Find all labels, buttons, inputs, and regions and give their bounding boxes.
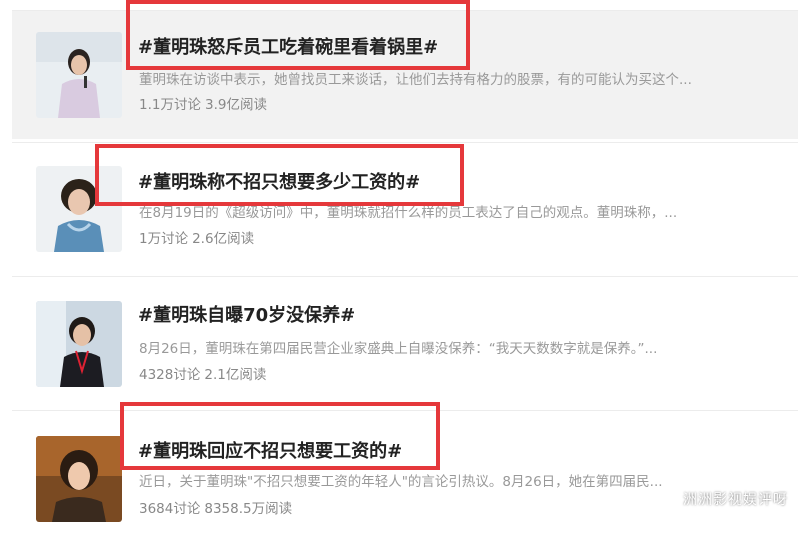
topic-thumbnail[interactable] <box>36 301 122 387</box>
topic-item[interactable]: #董明珠自曝70岁没保养# 8月26日，董明珠在第四届民营企业家盛典上自曝没保养… <box>12 276 798 405</box>
topic-stats: 4328讨论 2.1亿阅读 <box>139 366 270 384</box>
discussion-count: 4328讨论 <box>139 367 201 383</box>
speaker-photo-image <box>36 166 122 252</box>
topic-thumbnail[interactable] <box>36 166 122 252</box>
topic-thumbnail[interactable] <box>36 32 122 118</box>
read-count: 2.6亿阅读 <box>192 231 255 247</box>
discussion-count: 3684讨论 <box>139 501 201 517</box>
read-count: 8358.5万阅读 <box>204 501 293 517</box>
discussion-count: 1.1万讨论 <box>139 97 201 113</box>
watermark: 洲洲影视娱评呀 <box>683 492 788 508</box>
discussion-count: 1万讨论 <box>139 231 189 247</box>
topic-description: 董明珠在访谈中表示，她曾找员工来谈话，让他们去持有格力的股票，有的可能认为买这个… <box>139 72 692 88</box>
topic-title[interactable]: #董明珠怒斥员工吃着碗里看着锅里# <box>138 37 438 59</box>
topic-stats: 1万讨论 2.6亿阅读 <box>139 230 258 248</box>
topic-title[interactable]: #董明珠回应不招只想要工资的# <box>138 441 402 463</box>
topic-title[interactable]: #董明珠称不招只想要多少工资的# <box>138 172 420 194</box>
topic-stats: 1.1万讨论 3.9亿阅读 <box>139 96 271 114</box>
topic-description: 8月26日，董明珠在第四届民营企业家盛典上自曝没保养：“我天天数数字就是保养。”… <box>139 341 658 357</box>
speaker-photo-image <box>36 301 122 387</box>
read-count: 3.9亿阅读 <box>204 97 267 113</box>
topic-description: 在8月19日的《超级访问》中，董明珠就招什么样的员工表达了自己的观点。董明珠称，… <box>139 205 678 221</box>
read-count: 2.1亿阅读 <box>204 367 267 383</box>
topic-thumbnail[interactable] <box>36 436 122 522</box>
topic-description: 近日，关于董明珠"不招只想要工资的年轻人"的言论引热议。8月26日，她在第四届民… <box>139 474 663 490</box>
topic-item[interactable]: #董明珠回应不招只想要工资的# 近日，关于董明珠"不招只想要工资的年轻人"的言论… <box>12 410 798 539</box>
speaker-photo-image <box>36 436 122 522</box>
topic-item[interactable]: #董明珠怒斥员工吃着碗里看着锅里# 董明珠在访谈中表示，她曾找员工来谈话，让他们… <box>12 10 798 139</box>
speaker-photo-image <box>36 32 122 118</box>
topic-item[interactable]: #董明珠称不招只想要多少工资的# 在8月19日的《超级访问》中，董明珠就招什么样… <box>12 142 798 271</box>
topic-list: #董明珠怒斥员工吃着碗里看着锅里# 董明珠在访谈中表示，她曾找员工来谈话，让他们… <box>12 0 798 539</box>
topic-title[interactable]: #董明珠自曝70岁没保养# <box>138 305 355 327</box>
topic-stats: 3684讨论 8358.5万阅读 <box>139 500 296 518</box>
